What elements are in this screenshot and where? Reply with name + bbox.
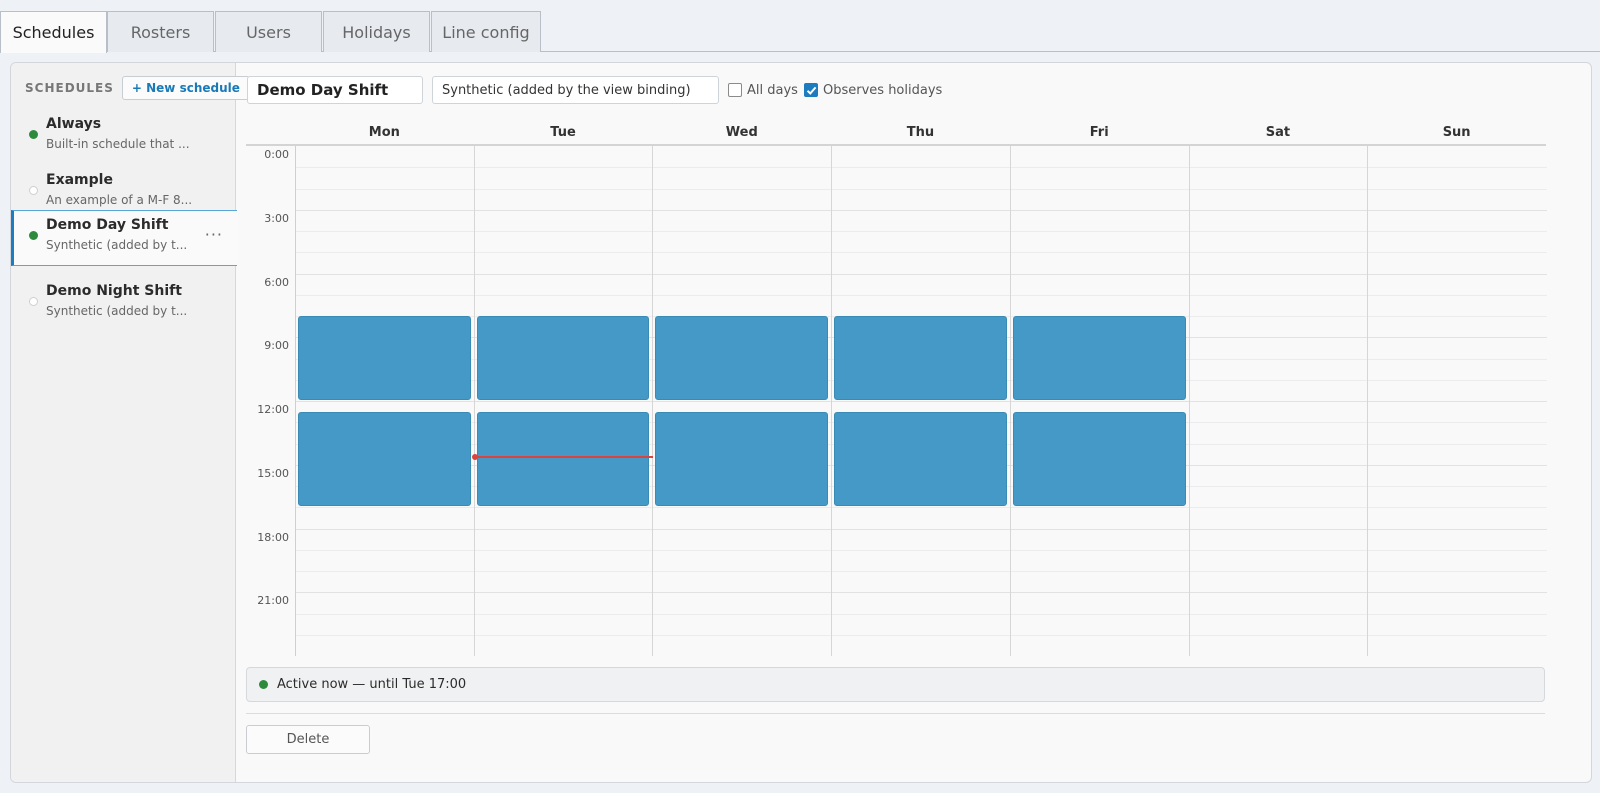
day-divider [1188, 146, 1190, 656]
hour-gridline [296, 188, 1547, 190]
time-label: 3:00 [264, 211, 289, 225]
current-time-dot [471, 453, 478, 460]
sidebar-header: SCHEDULES + New schedule [25, 76, 250, 100]
schedule-name: Example [46, 172, 113, 188]
day-header-sat: Sat [1265, 124, 1291, 140]
schedule-block[interactable] [298, 411, 471, 507]
day-divider [473, 146, 475, 656]
tab-holidays[interactable]: Holidays [323, 11, 430, 52]
schedule-desc: Synthetic (added by t... [46, 304, 188, 318]
all-days-label: All days [747, 82, 798, 98]
schedule-name-input[interactable] [247, 76, 423, 104]
day-divider [831, 146, 833, 656]
tab-users[interactable]: Users [215, 11, 322, 52]
status-dot-icon [29, 130, 38, 139]
schedule-name: Always [46, 116, 102, 132]
day-header-thu: Thu [906, 124, 935, 140]
tab-bar: Schedules Rosters Users Holidays Line co… [0, 0, 1600, 53]
time-label: 21:00 [257, 594, 289, 608]
time-label: 12:00 [257, 403, 289, 416]
schedule-item-demo-night-shift[interactable]: Demo Night Shift Synthetic (added by t..… [11, 277, 236, 333]
status-dot-icon [29, 297, 38, 306]
schedule-block[interactable] [476, 411, 650, 507]
status-text: Active now — until Tue 17:00 [277, 677, 467, 692]
all-days-checkbox[interactable]: All days [728, 81, 798, 99]
day-header-fri: Fri [1089, 124, 1109, 140]
hour-gridline [296, 549, 1547, 551]
hour-gridline [296, 571, 1547, 572]
calendar-grid[interactable] [295, 146, 1547, 656]
hour-gridline [296, 634, 1547, 636]
time-label: 15:00 [257, 466, 289, 480]
schedule-desc: Synthetic (added by t... [46, 238, 188, 252]
schedule-block[interactable] [1012, 411, 1186, 507]
hour-gridline [296, 294, 1547, 296]
time-label: 9:00 [264, 339, 289, 353]
checkbox-box[interactable] [804, 83, 818, 97]
time-label: 0:00 [264, 148, 289, 161]
hour-gridline [296, 209, 1547, 211]
tab-rosters[interactable]: Rosters [107, 11, 214, 52]
delete-button[interactable]: Delete [246, 725, 370, 754]
day-header-wed: Wed [725, 124, 758, 140]
schedule-block[interactable] [834, 411, 1007, 507]
schedule-sidebar: SCHEDULES + New schedule Always Built-in… [11, 63, 250, 782]
current-time-line [474, 455, 654, 458]
schedule-block[interactable] [298, 316, 471, 400]
schedule-desc: An example of a M-F 8... [46, 193, 193, 207]
schedule-desc: Built-in schedule that ... [46, 137, 190, 151]
hour-gridline [296, 252, 1547, 254]
hour-gridline [296, 507, 1547, 509]
hour-gridline [296, 613, 1547, 615]
hour-gridline [296, 528, 1547, 530]
active-dot-icon [259, 680, 268, 689]
hour-gridline [296, 273, 1547, 275]
schedule-block[interactable] [655, 411, 829, 507]
day-divider [1367, 146, 1369, 656]
day-divider [1009, 146, 1011, 656]
observes-holidays-checkbox[interactable]: Observes holidays [804, 81, 942, 99]
schedule-block[interactable] [834, 316, 1007, 400]
schedule-description-input[interactable] [432, 76, 719, 104]
schedule-block[interactable] [1012, 316, 1186, 400]
checkbox-box[interactable] [728, 83, 742, 97]
divider [246, 713, 1545, 714]
status-dot-icon [29, 186, 38, 195]
hour-gridline [296, 401, 1547, 402]
hour-gridline [296, 231, 1547, 232]
day-header-tue: Tue [550, 124, 576, 140]
schedule-name: Demo Day Shift [46, 217, 169, 233]
more-options-icon[interactable]: ··· [205, 225, 223, 244]
day-divider [652, 146, 654, 656]
check-icon [806, 86, 816, 95]
hour-gridline [296, 592, 1547, 594]
sidebar-title: SCHEDULES [25, 81, 114, 95]
active-status-bar: Active now — until Tue 17:00 [246, 667, 1545, 702]
tab-schedules[interactable]: Schedules [0, 11, 107, 53]
day-header-sun: Sun [1442, 124, 1471, 140]
new-schedule-button[interactable]: + New schedule [121, 76, 250, 100]
schedules-panel: SCHEDULES + New schedule Always Built-in… [10, 62, 1592, 783]
schedule-name: Demo Night Shift [46, 283, 182, 299]
tab-line-config[interactable]: Line config [431, 11, 541, 52]
schedule-item-always[interactable]: Always Built-in schedule that ... [11, 110, 236, 166]
schedule-block[interactable] [655, 316, 829, 400]
schedule-item-demo-day-shift[interactable]: Demo Day Shift Synthetic (added by t... … [11, 210, 237, 266]
hour-gridline [296, 167, 1547, 169]
time-label: 6:00 [264, 275, 289, 289]
week-calendar: Mon Tue Wed Thu Fri Sat Sun 0:00 3:00 6:00 9:00 12:… [246, 119, 1547, 656]
time-label: 18:00 [257, 530, 289, 544]
day-header-mon: Mon [368, 124, 400, 140]
status-dot-icon [29, 231, 38, 240]
observes-holidays-label: Observes holidays [823, 82, 943, 98]
schedule-block[interactable] [476, 316, 650, 400]
